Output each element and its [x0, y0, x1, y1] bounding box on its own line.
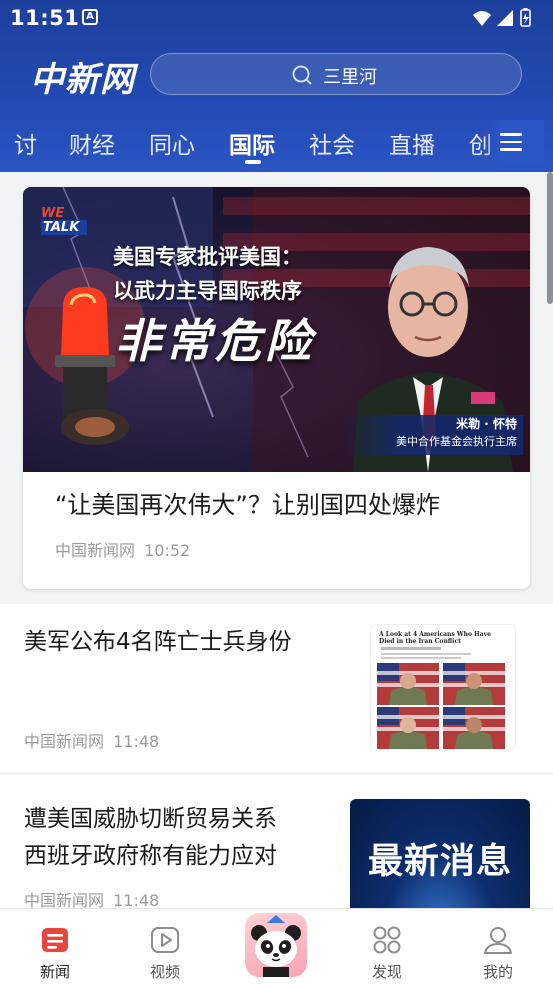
badge-bottom-text: TALK [41, 220, 87, 235]
list-item-title-line-2: 西班牙政府称有能力应对 [24, 843, 277, 869]
hamburger-icon [500, 133, 522, 151]
thumbnail-text: 最新消息 [367, 842, 512, 882]
channel-menu-button[interactable] [484, 120, 544, 164]
video-icon [151, 927, 179, 953]
discover-icon [373, 926, 401, 954]
active-tab-indicator [245, 160, 261, 164]
featured-news-card[interactable]: WE TALK 美国专家批评美国： 以武力主导国际秩序 非常危险 米勒 · 怀特… [23, 187, 530, 589]
nav-discover-label: 发现 [371, 963, 402, 981]
tab-society[interactable]: 社会 [309, 126, 355, 160]
featured-image: WE TALK 美国专家批评美国： 以武力主导国际秩序 非常危险 米勒 · 怀特… [23, 187, 530, 472]
app-logo[interactable]: 中新网 [30, 52, 135, 101]
speaker-role: 美中合作基金会执行主席 [396, 435, 517, 448]
badge-top-text: WE [41, 206, 65, 221]
tab-partial-left[interactable]: 讨 [14, 126, 37, 160]
system-status-icons [473, 8, 531, 27]
list-item-meta: 中国新闻网 11:48 [24, 887, 159, 908]
list-item[interactable]: 美军公布4名阵亡士兵身份 中国新闻网 11:48 A Look at 4 Ame… [0, 604, 553, 772]
news-feed[interactable]: WE TALK 美国专家批评美国： 以武力主导国际秩序 非常危险 米勒 · 怀特… [0, 172, 553, 908]
speaker-name: 米勒 · 怀特 [456, 417, 517, 431]
list-item-thumbnail: 最新消息 [350, 799, 530, 908]
tab-international[interactable]: 国际 [229, 126, 275, 160]
feed-scrollbar[interactable] [547, 172, 553, 304]
search-placeholder: 三里河 [323, 67, 377, 88]
news-icon [42, 928, 68, 952]
featured-meta: 中国新闻网 10:52 [55, 537, 190, 561]
overlay-headline-1: 美国专家批评美国： [113, 245, 302, 269]
panda-mascot [251, 915, 301, 977]
tab-finance[interactable]: 财经 [69, 126, 115, 160]
list-item-title[interactable]: 遭美国威胁切断贸易关系 西班牙政府称有能力应对 [24, 801, 277, 875]
we-talk-badge: WE TALK [41, 207, 87, 237]
speaker-caption: 米勒 · 怀特 美中合作基金会执行主席 [345, 415, 523, 455]
nav-discover[interactable]: 发现 [332, 909, 442, 984]
list-item-time: 11:48 [113, 732, 160, 751]
list-item-time: 11:48 [113, 891, 160, 908]
search-icon [292, 65, 312, 85]
search-bar[interactable]: 三里河 [150, 53, 522, 95]
panda-icon[interactable] [245, 913, 307, 977]
status-time: 11:51 [10, 6, 80, 30]
nav-video-label: 视频 [149, 963, 180, 981]
list-item-title-line-1: 遭美国威胁切断贸易关系 [24, 806, 277, 832]
featured-title[interactable]: “让美国再次伟大”？让别国四处爆炸 [55, 485, 440, 520]
signal-icon [497, 10, 513, 26]
overlay-headline-2: 以武力主导国际秩序 [113, 279, 302, 303]
list-item[interactable]: 遭美国威胁切断贸易关系 西班牙政府称有能力应对 中国新闻网 11:48 最新消息 [0, 775, 553, 908]
nav-news[interactable]: 新闻 [0, 909, 110, 984]
featured-time: 10:52 [144, 541, 191, 560]
list-item-source: 中国新闻网 [24, 732, 105, 751]
wifi-icon [473, 11, 491, 26]
list-item-meta: 中国新闻网 11:48 [24, 728, 159, 752]
nav-video[interactable]: 视频 [110, 909, 220, 984]
profile-icon [484, 927, 512, 954]
channel-tabs: 讨 财经 同心 国际 社会 直播 创 [0, 120, 553, 170]
app-header: 11:51 A 中新网 三里河 讨 财经 同心 国际 社会 直播 创 [0, 0, 553, 172]
list-item-source: 中国新闻网 [24, 891, 105, 908]
bottom-navigation: 新闻 视频 发现 我的 [0, 908, 553, 984]
list-item-thumbnail: A Look at 4 Americans Who Have Died in t… [370, 624, 516, 750]
status-bar: 11:51 A [0, 0, 553, 36]
nav-news-label: 新闻 [39, 963, 70, 981]
nav-profile[interactable]: 我的 [443, 909, 553, 984]
tab-live[interactable]: 直播 [389, 126, 435, 160]
app-notification-icon: A [82, 9, 98, 25]
list-item-title[interactable]: 美军公布4名阵亡士兵身份 [24, 624, 292, 661]
featured-source: 中国新闻网 [55, 541, 136, 560]
soldiers-photo-grid [377, 647, 505, 749]
nav-profile-label: 我的 [482, 963, 513, 981]
overlay-big-text: 非常危险 [115, 314, 315, 368]
tab-tongxin[interactable]: 同心 [149, 126, 195, 160]
